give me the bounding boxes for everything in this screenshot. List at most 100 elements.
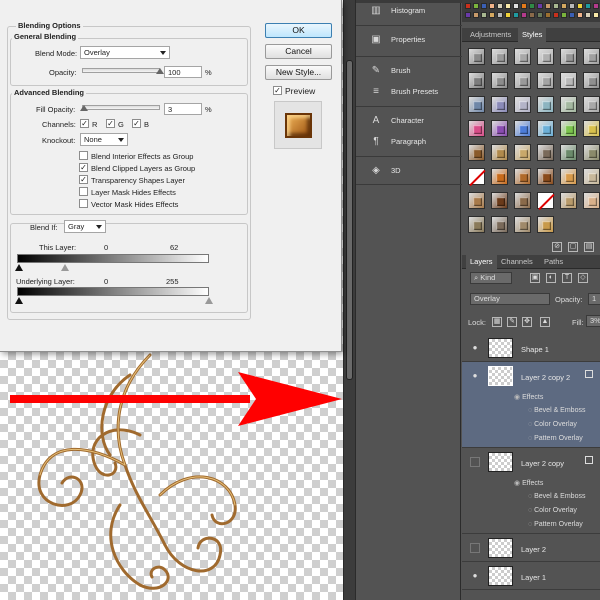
style-preset-tile[interactable] — [468, 120, 485, 137]
opacity-input[interactable]: 100 — [164, 66, 202, 78]
eye-icon[interactable]: ● — [470, 343, 480, 353]
layer-blend-mode-select[interactable]: Overlay — [470, 293, 550, 305]
swatch[interactable] — [505, 3, 511, 9]
style-preset-tile[interactable] — [583, 96, 600, 113]
style-preset-tile[interactable] — [514, 72, 531, 89]
filter-adjustment-icon[interactable]: ◐ — [546, 273, 556, 283]
tab-layers[interactable]: Layers — [466, 255, 497, 269]
lock-all-icon[interactable]: ▲ — [540, 317, 550, 327]
layer-row[interactable]: ● Layer 2 copy 2 ◉ Effects ◌ Bevel & Emboss… — [462, 362, 600, 448]
this-layer-black-slider[interactable] — [15, 264, 23, 271]
swatch[interactable] — [585, 12, 591, 18]
style-preset-tile[interactable] — [560, 72, 577, 89]
swatch[interactable] — [593, 12, 599, 18]
swatch[interactable] — [569, 3, 575, 9]
fill-opacity-slider[interactable] — [82, 105, 160, 110]
swatch[interactable] — [505, 12, 511, 18]
channel-b-checkbox[interactable]: ✓ — [132, 119, 141, 128]
style-preset-tile[interactable] — [583, 120, 600, 137]
preview-checkbox[interactable]: ✓ — [273, 86, 282, 95]
filter-shape-icon[interactable]: ◇ — [578, 273, 588, 283]
dock-item-properties[interactable]: ▣ Properties — [356, 29, 462, 51]
no-style-tile[interactable] — [468, 168, 485, 185]
swatch[interactable] — [561, 12, 567, 18]
style-preset-tile[interactable] — [491, 120, 508, 137]
dock-item-character[interactable]: A Character — [356, 110, 462, 132]
eye-icon[interactable]: ● — [470, 571, 480, 581]
canvas-scrollbar[interactable] — [343, 0, 355, 600]
lock-position-icon[interactable]: ✥ — [522, 317, 532, 327]
effect-row[interactable]: ◉ Effects — [514, 393, 543, 401]
tab-styles[interactable]: Styles — [518, 28, 547, 42]
underlying-black-slider[interactable] — [15, 297, 23, 304]
style-preset-tile[interactable] — [468, 144, 485, 161]
opacity-slider-knob[interactable] — [156, 68, 164, 74]
swatch[interactable] — [521, 3, 527, 9]
effect-label[interactable]: Color Overlay — [534, 421, 577, 428]
channel-r-checkbox[interactable]: ✓ — [80, 119, 89, 128]
swatch[interactable] — [481, 3, 487, 9]
knockout-select[interactable]: None — [80, 133, 128, 146]
style-preset-tile[interactable] — [491, 192, 508, 209]
swatch[interactable] — [593, 3, 599, 9]
style-preset-tile[interactable] — [491, 48, 508, 65]
channel-g-checkbox[interactable]: ✓ — [106, 119, 115, 128]
style-preset-tile[interactable] — [514, 120, 531, 137]
style-preset-tile[interactable] — [468, 48, 485, 65]
effect-eye-icon[interactable]: ◉ — [514, 480, 522, 487]
fx-icon[interactable] — [585, 370, 593, 378]
effects-group-label[interactable]: Effects — [522, 394, 543, 401]
style-preset-tile[interactable] — [583, 144, 600, 161]
effect-label[interactable]: Bevel & Emboss — [534, 493, 585, 500]
swatch[interactable] — [473, 3, 479, 9]
swatch[interactable] — [545, 12, 551, 18]
style-preset-tile[interactable] — [583, 192, 600, 209]
cancel-button[interactable]: Cancel — [265, 44, 332, 59]
style-preset-tile[interactable] — [514, 144, 531, 161]
new-style-icon[interactable]: ▢ — [568, 242, 578, 252]
lock-pixels-icon[interactable]: ✎ — [507, 317, 517, 327]
effect-row[interactable]: ◌ Pattern Overlay — [528, 521, 583, 528]
dock-item-paragraph[interactable]: ¶ Paragraph — [356, 131, 462, 153]
swatch[interactable] — [569, 12, 575, 18]
filter-type-icon[interactable]: T — [562, 273, 572, 283]
dock-item-3d[interactable]: ◈ 3D — [356, 160, 462, 182]
trash-icon[interactable]: ▤ — [584, 242, 594, 252]
swatch[interactable] — [585, 3, 591, 9]
swatch[interactable] — [537, 12, 543, 18]
swatch[interactable] — [553, 12, 559, 18]
style-preset-tile[interactable] — [537, 168, 554, 185]
swatch[interactable] — [537, 3, 543, 9]
swatch[interactable] — [465, 3, 471, 9]
style-preset-tile[interactable] — [491, 216, 508, 233]
ok-button[interactable]: OK — [265, 23, 332, 38]
advanced-option-checkbox[interactable] — [79, 199, 88, 208]
style-preset-tile[interactable] — [583, 48, 600, 65]
advanced-option-checkbox[interactable]: ✓ — [79, 163, 88, 172]
swatch[interactable] — [561, 3, 567, 9]
effect-row[interactable]: ◌ Bevel & Emboss — [528, 493, 585, 500]
swatch[interactable] — [497, 12, 503, 18]
style-preset-tile[interactable] — [468, 216, 485, 233]
fill-opacity-input[interactable]: 3 — [164, 103, 202, 115]
style-preset-tile[interactable] — [583, 72, 600, 89]
style-preset-tile[interactable] — [491, 96, 508, 113]
eye-icon[interactable]: ● — [470, 371, 480, 381]
effect-label[interactable]: Color Overlay — [534, 507, 577, 514]
filter-pixel-icon[interactable]: ▣ — [530, 273, 540, 283]
style-preset-tile[interactable] — [560, 120, 577, 137]
style-preset-tile[interactable] — [537, 96, 554, 113]
layer-thumbnail[interactable] — [488, 452, 513, 472]
style-preset-tile[interactable] — [468, 192, 485, 209]
effect-row[interactable]: ◌ Bevel & Emboss — [528, 407, 585, 414]
style-preset-tile[interactable] — [560, 168, 577, 185]
swatch[interactable] — [529, 12, 535, 18]
advanced-option-checkbox[interactable] — [79, 151, 88, 160]
style-preset-tile[interactable] — [560, 96, 577, 113]
swatch[interactable] — [473, 12, 479, 18]
dock-item-brush-presets[interactable]: ≡ Brush Presets — [356, 81, 462, 103]
delete-style-icon[interactable]: ⊘ — [552, 242, 562, 252]
style-preset-tile[interactable] — [560, 192, 577, 209]
style-preset-tile[interactable] — [514, 168, 531, 185]
swatch[interactable] — [521, 12, 527, 18]
